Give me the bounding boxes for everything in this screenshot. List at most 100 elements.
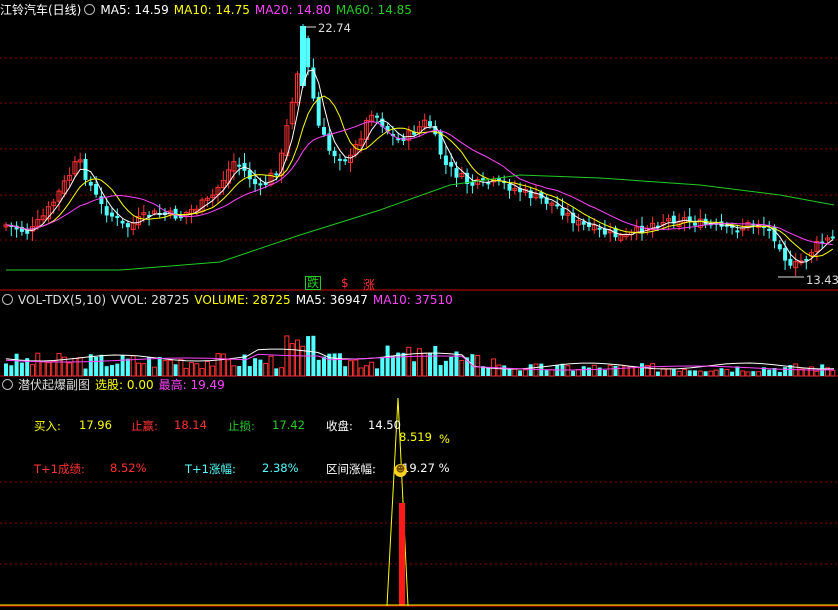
candle <box>507 183 512 191</box>
volume-bar <box>830 369 836 377</box>
volume-bar <box>697 370 703 377</box>
volume-bar <box>279 367 285 377</box>
candle <box>788 258 793 266</box>
volume-bar <box>343 366 348 376</box>
volume-bar <box>650 363 656 377</box>
volume-bar <box>151 366 157 377</box>
signal-zhang: 涨 <box>363 278 376 292</box>
volume-bar <box>157 356 162 376</box>
volume-bar <box>353 359 359 377</box>
volume-bar <box>247 365 252 376</box>
volume-bar <box>528 364 533 376</box>
volume-bar <box>475 354 481 377</box>
volume-bar <box>555 365 560 376</box>
candle <box>88 181 93 186</box>
t1-score-label: T+1成绩: <box>34 462 85 476</box>
candle <box>104 206 109 216</box>
candle <box>443 155 448 166</box>
volume-bar <box>14 353 19 376</box>
volume-bar <box>676 370 682 377</box>
volume-bar <box>767 369 772 376</box>
candle <box>94 183 99 195</box>
volume-bar <box>120 355 125 376</box>
smiley-icon: ☻ <box>394 464 407 477</box>
buy-label: 买入: <box>34 419 61 433</box>
candle <box>454 168 459 178</box>
volume-bar <box>332 353 337 376</box>
volume-bar <box>803 367 809 377</box>
volume-bar <box>125 358 130 376</box>
volume-bar <box>56 352 62 377</box>
volume-bar <box>380 357 385 376</box>
candle <box>110 212 114 217</box>
t1-rise-label: T+1涨幅: <box>185 462 236 476</box>
volume-bar <box>35 352 41 377</box>
volume-bar <box>385 345 390 376</box>
volume-bar <box>220 353 226 377</box>
volume-bar <box>9 365 14 376</box>
candle <box>693 222 697 226</box>
volume-bar <box>231 365 237 377</box>
chart-canvas[interactable] <box>0 0 838 610</box>
candle <box>555 204 560 207</box>
volume-bar <box>422 352 428 377</box>
volume-bar <box>416 348 422 377</box>
volume-bar <box>703 371 708 376</box>
volume-bar <box>45 362 51 377</box>
volume-bar <box>83 368 88 376</box>
volume-bar <box>295 339 300 377</box>
close-value: 14.50 <box>368 418 401 432</box>
volume-bar <box>623 365 629 377</box>
volume-bar <box>533 363 539 377</box>
volume-bar <box>99 354 104 376</box>
volume-bar <box>375 368 379 376</box>
volume-bar <box>316 359 321 376</box>
volume-bar <box>77 356 83 377</box>
volume-bar <box>167 359 173 377</box>
volume-bar <box>496 364 502 377</box>
high-candle <box>300 26 306 86</box>
price-low-marker: 13.43 <box>806 273 838 287</box>
take-profit-value: 18.14 <box>174 418 207 432</box>
volume-bar <box>783 367 788 376</box>
peak-value: 8.519 <box>399 430 432 444</box>
candle <box>247 170 252 180</box>
volume-bar <box>459 359 465 377</box>
volume-bar <box>337 353 342 376</box>
volume-bar <box>640 363 644 376</box>
volume-bar <box>162 360 168 377</box>
volume-bar <box>67 362 73 377</box>
volume-bar <box>258 359 263 376</box>
volume-bar <box>756 371 762 377</box>
candle <box>237 164 242 167</box>
t1-rise-value: 2.38% <box>262 461 299 475</box>
volume-bar <box>19 362 24 376</box>
volume-bar <box>671 369 676 376</box>
volume-bar <box>136 362 141 377</box>
price-high-marker: 22.74 <box>318 21 351 35</box>
volume-bar <box>289 343 295 377</box>
signal-die: 跌 <box>305 276 322 290</box>
volume-bar <box>751 371 756 376</box>
candle <box>120 220 125 224</box>
t1-score-value: 8.52% <box>110 461 147 475</box>
candle <box>735 230 740 233</box>
volume-bar <box>602 369 607 376</box>
volume-bar <box>634 366 640 377</box>
candle <box>777 244 782 250</box>
volume-bar <box>210 365 216 377</box>
volume-bar <box>438 365 443 376</box>
volume-bar <box>740 370 746 377</box>
volume-bar <box>141 363 147 377</box>
volume-bar <box>618 364 624 377</box>
candle <box>306 38 311 68</box>
volume-bar <box>406 346 412 377</box>
volume-bar <box>449 356 454 376</box>
volume-bar <box>268 355 274 377</box>
candle <box>274 173 279 176</box>
close-label: 收盘: <box>326 419 353 433</box>
buy-value: 17.96 <box>79 418 112 432</box>
peak-unit: % <box>439 432 450 446</box>
volume-bar <box>655 371 660 376</box>
volume-bar <box>178 359 184 377</box>
